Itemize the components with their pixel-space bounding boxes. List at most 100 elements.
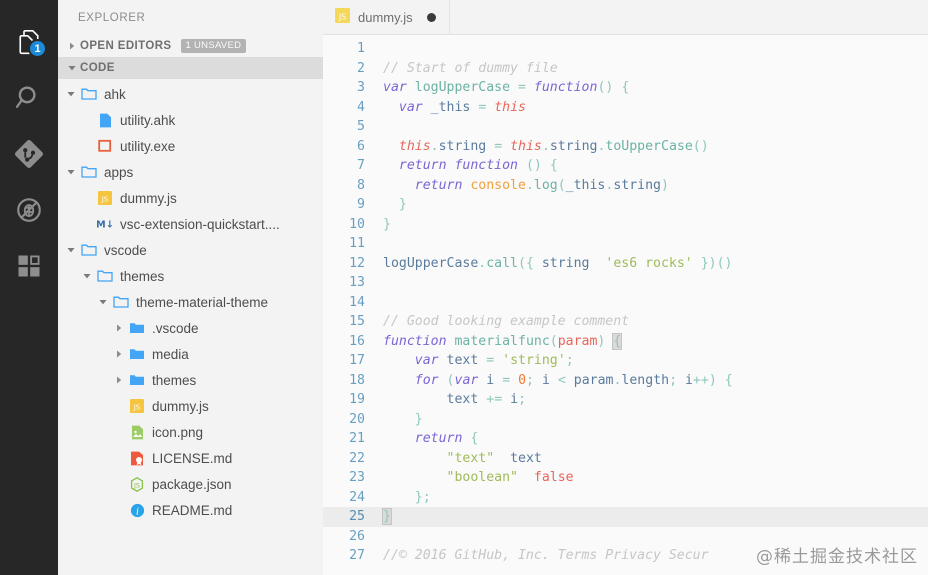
- explorer-sidebar: EXPLORER OPEN EDITORS 1 UNSAVED CODE ahk…: [58, 0, 323, 575]
- tree-item[interactable]: M↓vsc-extension-quickstart....: [58, 211, 323, 237]
- line-content: logUpperCase.call({ string 'es6 rocks' }…: [373, 254, 733, 274]
- line-number: 25: [323, 507, 373, 527]
- line-content: [373, 117, 383, 137]
- folder-open-icon: [94, 269, 116, 283]
- line-number: 18: [323, 371, 373, 391]
- line-number: 21: [323, 429, 373, 449]
- activitybar-item-explorer[interactable]: 1: [0, 14, 58, 70]
- vscode-window: 1: [0, 0, 928, 575]
- tree-item-label: dummy.js: [148, 399, 209, 414]
- chevron-down-icon[interactable]: [96, 298, 110, 306]
- line-content: [373, 273, 383, 293]
- tree-item-label: vsc-extension-quickstart....: [116, 217, 280, 232]
- code-line: 27//© 2016 GitHub, Inc. Terms Privacy Se…: [323, 546, 928, 566]
- chevron-down-icon[interactable]: [64, 246, 78, 254]
- line-content: var text = 'string';: [373, 351, 574, 371]
- code-line: 5: [323, 117, 928, 137]
- line-content: [373, 293, 383, 313]
- file-license-icon: [126, 451, 148, 466]
- source-control-icon: [14, 139, 44, 169]
- chevron-down-icon[interactable]: [80, 272, 94, 280]
- tree-item[interactable]: i README.md: [58, 497, 323, 523]
- line-number: 24: [323, 488, 373, 508]
- code-editor[interactable]: 12 // Start of dummy file3var logUpperCas…: [323, 35, 928, 575]
- line-content: //© 2016 GitHub, Inc. Terms Privacy Secu…: [373, 546, 709, 566]
- line-content: }: [373, 215, 391, 235]
- code-line: 14: [323, 293, 928, 313]
- tree-item-label: themes: [148, 373, 196, 388]
- chevron-down-icon[interactable]: [64, 90, 78, 98]
- line-number: 3: [323, 78, 373, 98]
- svg-text:JS: JS: [133, 404, 141, 412]
- chevron-right-icon[interactable]: [112, 376, 126, 384]
- line-content: return console.log(_this.string): [373, 176, 669, 196]
- code-line: 3var logUpperCase = function() {: [323, 78, 928, 98]
- activitybar-item-search[interactable]: [0, 70, 58, 126]
- tree-item[interactable]: vscode: [58, 237, 323, 263]
- tree-item[interactable]: utility.ahk: [58, 107, 323, 133]
- code-line: 22 "text" text: [323, 449, 928, 469]
- tree-item[interactable]: themes: [58, 367, 323, 393]
- chevron-down-icon: [64, 64, 80, 72]
- tab-dirty-indicator[interactable]: [427, 13, 436, 22]
- line-content: var logUpperCase = function() {: [373, 78, 629, 98]
- code-line: 4 var _this = this: [323, 98, 928, 118]
- code-line: 12logUpperCase.call({ string 'es6 rocks'…: [323, 254, 928, 274]
- folder-open-icon: [78, 243, 100, 257]
- line-content: }: [373, 410, 423, 430]
- tree-item[interactable]: theme-material-theme: [58, 289, 323, 315]
- tree-item[interactable]: JSpackage.json: [58, 471, 323, 497]
- file-js-icon: JS: [126, 399, 148, 413]
- activitybar-item-extensions[interactable]: [0, 238, 58, 294]
- tab-label: dummy.js: [358, 10, 413, 25]
- line-number: 8: [323, 176, 373, 196]
- tree-item[interactable]: JS dummy.js: [58, 393, 323, 419]
- file-blue-icon: [94, 113, 116, 128]
- section-open-editors[interactable]: OPEN EDITORS 1 UNSAVED: [58, 35, 323, 57]
- section-open-editors-label: OPEN EDITORS: [80, 40, 172, 52]
- line-content: [373, 234, 383, 254]
- tree-item[interactable]: icon.png: [58, 419, 323, 445]
- code-line: 6 this.string = this.string.toUpperCase(…: [323, 137, 928, 157]
- folder-closed-icon: [126, 373, 148, 387]
- tree-item-label: README.md: [148, 503, 232, 518]
- line-number: 15: [323, 312, 373, 332]
- tree-item[interactable]: apps: [58, 159, 323, 185]
- line-number: 16: [323, 332, 373, 352]
- line-number: 7: [323, 156, 373, 176]
- line-number: 13: [323, 273, 373, 293]
- line-number: 23: [323, 468, 373, 488]
- search-icon: [14, 83, 44, 113]
- line-content: // Start of dummy file: [373, 59, 558, 79]
- file-info-icon: i: [126, 503, 148, 518]
- chevron-right-icon[interactable]: [112, 324, 126, 332]
- line-number: 11: [323, 234, 373, 254]
- tree-item-label: theme-material-theme: [132, 295, 268, 310]
- code-line: 16function materialfunc(param) {: [323, 332, 928, 352]
- tree-item[interactable]: utility.exe: [58, 133, 323, 159]
- folder-open-icon: [78, 87, 100, 101]
- tree-item[interactable]: ahk: [58, 81, 323, 107]
- chevron-down-icon[interactable]: [64, 168, 78, 176]
- tree-item[interactable]: LICENSE.md: [58, 445, 323, 471]
- line-content: [373, 39, 383, 59]
- tab-dummy-js[interactable]: JS dummy.js: [323, 0, 450, 34]
- tree-item[interactable]: JSdummy.js: [58, 185, 323, 211]
- line-content: function materialfunc(param) {: [373, 332, 621, 352]
- svg-text:i: i: [135, 506, 138, 517]
- activitybar-item-source-control[interactable]: [0, 126, 58, 182]
- section-code[interactable]: CODE: [58, 57, 323, 79]
- tree-item[interactable]: media: [58, 341, 323, 367]
- tree-item[interactable]: .vscode: [58, 315, 323, 341]
- tree-item-label: media: [148, 347, 189, 362]
- line-number: 12: [323, 254, 373, 274]
- activitybar-item-debug[interactable]: [0, 182, 58, 238]
- tree-item[interactable]: themes: [58, 263, 323, 289]
- code-line: 25}: [323, 507, 928, 527]
- line-number: 22: [323, 449, 373, 469]
- chevron-right-icon: [64, 42, 80, 50]
- line-content: var _this = this: [373, 98, 526, 118]
- code-line: 23 "boolean" false: [323, 468, 928, 488]
- chevron-right-icon[interactable]: [112, 350, 126, 358]
- code-line: 13: [323, 273, 928, 293]
